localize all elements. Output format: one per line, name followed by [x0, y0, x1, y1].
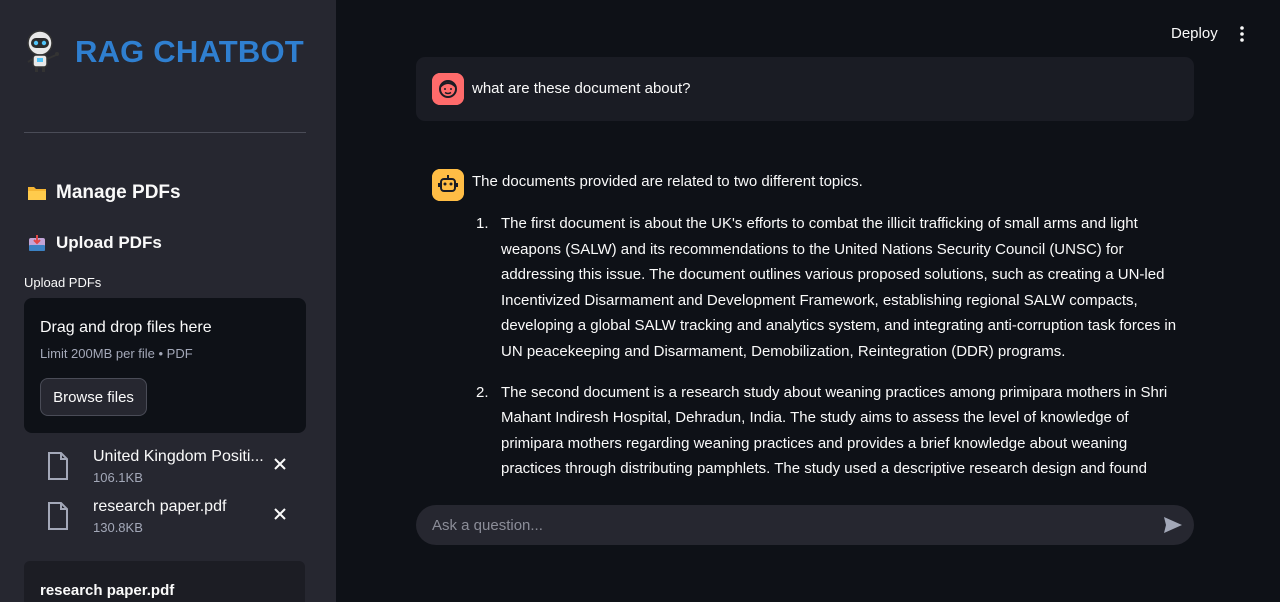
sidebar-divider [24, 132, 306, 133]
file-icon [48, 452, 68, 480]
upload-pdfs-heading: Upload PDFs [27, 233, 162, 253]
uploaded-file-item: United Kingdom Positi... 106.1KB [46, 448, 306, 488]
list-number: 2. [476, 383, 489, 401]
user-message: what are these document about? [416, 57, 1194, 121]
user-avatar-icon [432, 73, 464, 105]
manage-pdfs-label: Manage PDFs [56, 182, 181, 203]
more-vertical-icon[interactable] [1236, 25, 1248, 43]
list-item-text: The first document is about the UK's eff… [501, 215, 1177, 360]
folder-icon [28, 187, 46, 200]
uploaded-file-item: research paper.pdf 130.8KB [46, 498, 306, 538]
dropzone-title: Drag and drop files here [40, 319, 212, 336]
close-icon[interactable] [272, 456, 288, 472]
close-icon[interactable] [272, 506, 288, 522]
file-name: research paper.pdf [93, 498, 227, 515]
manage-pdfs-heading: Manage PDFs [27, 182, 181, 204]
list-item: 2. The second document is a research stu… [472, 380, 1182, 482]
assistant-points-list: 1. The first document is about the UK's … [472, 211, 1182, 486]
file-dropzone[interactable]: Drag and drop files here Limit 200MB per… [24, 298, 306, 433]
file-size: 106.1KB [93, 470, 143, 485]
file-icon [48, 502, 68, 530]
file-size: 130.8KB [93, 520, 143, 535]
app-title: RAG CHATBOT [75, 34, 304, 69]
pdf-preview-card: research paper.pdf [24, 561, 305, 602]
robot-icon [27, 30, 59, 72]
file-name: United Kingdom Positi... [93, 448, 264, 465]
preview-title: research paper.pdf [40, 582, 175, 599]
browse-files-button[interactable]: Browse files [40, 378, 147, 416]
assistant-intro-text: The documents provided are related to tw… [472, 173, 863, 190]
chat-input[interactable] [416, 505, 1194, 545]
list-item-text: The second document is a research study … [501, 383, 1168, 478]
inbox-tray-icon [29, 235, 45, 251]
send-icon[interactable] [1162, 515, 1184, 535]
upload-pdfs-label: Upload PDFs [56, 233, 162, 252]
list-item: 1. The first document is about the UK's … [472, 211, 1182, 365]
sidebar: RAG CHATBOT Manage PDFs Upload PDFs Uplo… [0, 0, 336, 602]
app-header: RAG CHATBOT [24, 30, 304, 74]
dropzone-subtitle: Limit 200MB per file • PDF [40, 346, 193, 361]
uploader-label: Upload PDFs [24, 275, 102, 290]
deploy-button[interactable]: Deploy [1171, 25, 1218, 42]
assistant-avatar-icon [432, 169, 464, 201]
list-number: 1. [476, 215, 489, 232]
user-message-text: what are these document about? [472, 80, 691, 97]
